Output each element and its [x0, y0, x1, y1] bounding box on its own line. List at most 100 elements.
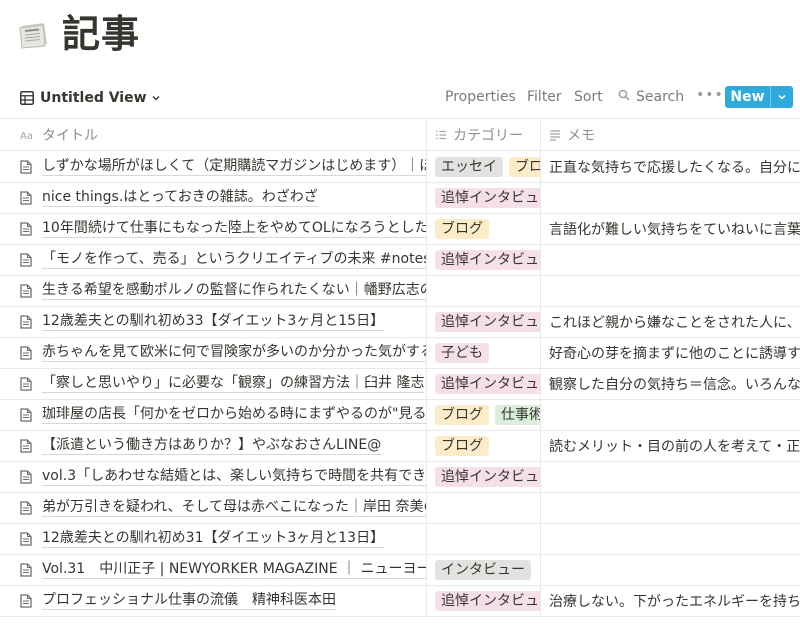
newspaper-icon[interactable] [18, 20, 50, 50]
title-cell[interactable]: 【派遣という働き方はありか？】やぶなおさんLINE@ [20, 430, 426, 461]
column-header-title[interactable]: Aa タイトル [20, 119, 425, 151]
table-row[interactable]: 珈琲屋の店長「何かをゼロから始める時にまずやるのが"見る ブログ 仕事術 [0, 399, 800, 431]
memo-cell[interactable] [540, 275, 800, 306]
row-title[interactable]: Vol.31 中川正子 | NEWYORKER MAGAZINE ｜ ニューヨー… [42, 560, 426, 579]
row-title[interactable]: 12歳差夫との馴れ初め33【ダイエット3ヶ月と15日】 [42, 312, 385, 331]
memo-cell[interactable]: 正直な気持ちで応援したくなる。自分に私 [540, 151, 800, 182]
title-cell[interactable]: vol.3「しあわせな結婚とは、楽しい気持ちで時間を共有でき [20, 461, 426, 492]
category-tag: 追悼インタビュー [435, 466, 540, 487]
search-button[interactable]: Search [618, 88, 684, 106]
category-cell[interactable]: 追悼インタビュー [426, 585, 540, 616]
row-title[interactable]: 10年間続けて仕事にもなった陸上をやめてOLになろうとした [42, 219, 426, 238]
page-title[interactable]: 記事 [62, 12, 140, 56]
row-title[interactable]: プロフェッショナル仕事の流儀 精神科医本田 [42, 591, 336, 610]
memo-cell[interactable] [540, 182, 800, 213]
title-cell[interactable]: 弟が万引きを疑われ、そして母は赤べこになった｜岸田 奈美の [20, 492, 426, 523]
category-cell[interactable]: ブログ [426, 430, 540, 461]
memo-cell[interactable] [540, 461, 800, 492]
table-row[interactable]: 赤ちゃんを見て欧米に何で冒険家が多いのか分かった気がする 子ども 好奇心の芽を摘まず… [0, 337, 800, 369]
row-title[interactable]: 「察しと思いやり」に必要な「観察」の練習方法｜臼井 隆志 [42, 374, 425, 393]
title-cell[interactable]: 生きる希望を感動ポルノの監督に作られたくない｜幡野広志の [20, 275, 426, 306]
title-cell[interactable]: プロフェッショナル仕事の流儀 精神科医本田 [20, 585, 426, 616]
category-cell[interactable]: インタビュー [426, 554, 540, 585]
category-tag: ブロ [509, 156, 540, 177]
memo-cell[interactable]: 好奇心の芽を摘まずに他のことに誘導す [540, 337, 800, 368]
memo-cell[interactable]: 読むメリット・目の前の人を考えて・正 [540, 430, 800, 461]
row-title[interactable]: 「モノを作って、売る」というクリエイティブの未来 #notes [42, 250, 426, 269]
title-cell[interactable]: 12歳差夫との馴れ初め33【ダイエット3ヶ月と15日】 [20, 306, 426, 337]
table-row[interactable]: 「モノを作って、売る」というクリエイティブの未来 #notes 追悼インタビュー [0, 244, 800, 276]
row-title[interactable]: 【派遣という働き方はありか？】やぶなおさんLINE@ [42, 436, 382, 455]
page-document-icon [20, 345, 32, 360]
column-header-memo[interactable]: メモ [540, 119, 800, 151]
row-title[interactable]: 珈琲屋の店長「何かをゼロから始める時にまずやるのが"見る [42, 405, 426, 424]
category-cell[interactable] [426, 523, 540, 554]
column-header-category[interactable]: カテゴリー [426, 119, 539, 151]
title-cell[interactable]: 12歳差夫との馴れ初め31【ダイエット3ヶ月と13日】 [20, 523, 426, 554]
category-cell[interactable]: ブログ [426, 213, 540, 244]
row-title[interactable]: 12歳差夫との馴れ初め31【ダイエット3ヶ月と13日】 [42, 529, 385, 548]
category-cell[interactable]: エッセイブロ [426, 151, 540, 182]
chevron-down-icon[interactable] [771, 86, 793, 108]
table-row[interactable]: 10年間続けて仕事にもなった陸上をやめてOLになろうとした ブログ 言語化が難しい気… [0, 213, 800, 245]
table-row[interactable]: プロフェッショナル仕事の流儀 精神科医本田 追悼インタビュー治療しない。下がったエ… [0, 585, 800, 617]
table-row[interactable]: 【派遣という働き方はありか？】やぶなおさんLINE@ ブログ 読むメリット・目の前の… [0, 430, 800, 462]
category-cell[interactable]: 追悼インタビュー [426, 368, 540, 399]
category-cell[interactable]: 追悼インタビュー [426, 182, 540, 213]
column-header-label: タイトル [42, 128, 98, 144]
filter-button[interactable]: Filter [527, 88, 562, 106]
properties-button[interactable]: Properties [445, 88, 516, 106]
table-row[interactable]: 弟が万引きを疑われ、そして母は赤べこになった｜岸田 奈美の [0, 492, 800, 524]
memo-cell[interactable]: 観察した自分の気持ち＝信念。いろんな [540, 368, 800, 399]
sort-button[interactable]: Sort [574, 88, 603, 106]
title-cell[interactable]: 珈琲屋の店長「何かをゼロから始める時にまずやるのが"見る [20, 399, 426, 430]
row-title[interactable]: 赤ちゃんを見て欧米に何で冒険家が多いのか分かった気がする [42, 343, 426, 362]
memo-cell[interactable] [540, 244, 800, 275]
title-cell[interactable]: Vol.31 中川正子 | NEWYORKER MAGAZINE ｜ ニューヨー… [20, 554, 426, 585]
table-row[interactable]: 12歳差夫との馴れ初め31【ダイエット3ヶ月と13日】 [0, 523, 800, 555]
title-cell[interactable]: 「察しと思いやり」に必要な「観察」の練習方法｜臼井 隆志 [20, 368, 426, 399]
table-row[interactable]: 生きる希望を感動ポルノの監督に作られたくない｜幡野広志の [0, 275, 800, 307]
page-document-icon [20, 500, 32, 515]
memo-cell[interactable]: 言語化が難しい気持ちをていねいに言葉 [540, 213, 800, 244]
table-row[interactable]: 12歳差夫との馴れ初め33【ダイエット3ヶ月と15日】 追悼インタビューこれほど親… [0, 306, 800, 338]
table-row[interactable]: しずかな場所がほしくて（定期購読マガジンはじめます）｜ほエッセイブロ正直な気持ち… [0, 151, 800, 183]
category-cell[interactable]: 追悼インタビュー [426, 306, 540, 337]
memo-cell[interactable] [540, 523, 800, 554]
table-row[interactable]: Vol.31 中川正子 | NEWYORKER MAGAZINE ｜ ニューヨー… [0, 554, 800, 586]
category-cell[interactable] [426, 275, 540, 306]
memo-cell[interactable] [540, 399, 800, 430]
page-document-icon [20, 407, 32, 422]
view-name: Untitled View [40, 90, 147, 106]
category-tag: インタビュー [435, 559, 531, 580]
table-row[interactable]: vol.3「しあわせな結婚とは、楽しい気持ちで時間を共有でき追悼インタビュー [0, 461, 800, 493]
more-options-button[interactable]: ••• [696, 87, 724, 103]
title-cell[interactable]: しずかな場所がほしくて（定期購読マガジンはじめます）｜ほ [20, 151, 426, 182]
row-title[interactable]: vol.3「しあわせな結婚とは、楽しい気持ちで時間を共有でき [42, 467, 426, 486]
memo-cell[interactable]: これほど親から嫌なことをされた人に、 [540, 306, 800, 337]
title-cell[interactable]: 10年間続けて仕事にもなった陸上をやめてOLになろうとした [20, 213, 426, 244]
table-row[interactable]: nice things.はとっておきの雑誌。わざわざ 追悼インタビュー [0, 182, 800, 214]
table-row[interactable]: 「察しと思いやり」に必要な「観察」の練習方法｜臼井 隆志追悼インタビュー観察した… [0, 368, 800, 400]
title-cell[interactable]: 赤ちゃんを見て欧米に何で冒険家が多いのか分かった気がする [20, 337, 426, 368]
view-switcher[interactable]: Untitled View [20, 88, 161, 108]
list-property-icon [435, 129, 447, 141]
row-title[interactable]: 弟が万引きを疑われ、そして母は赤べこになった｜岸田 奈美の [42, 498, 426, 517]
table-header: Aa タイトル カテゴリー メモ [0, 118, 800, 151]
category-cell[interactable]: 追悼インタビュー [426, 461, 540, 492]
category-cell[interactable]: 追悼インタビュー [426, 244, 540, 275]
category-cell[interactable]: 子ども [426, 337, 540, 368]
row-title[interactable]: しずかな場所がほしくて（定期購読マガジンはじめます）｜ほ [42, 157, 426, 176]
category-cell[interactable]: ブログ 仕事術 [426, 399, 540, 430]
new-button[interactable]: New [725, 86, 793, 108]
memo-cell[interactable] [540, 492, 800, 523]
title-cell[interactable]: 「モノを作って、売る」というクリエイティブの未来 #notes [20, 244, 426, 275]
row-title[interactable]: nice things.はとっておきの雑誌。わざわざ [42, 188, 318, 207]
memo-cell[interactable]: 治療しない。下がったエネルギーを持ち [540, 585, 800, 616]
category-cell[interactable] [426, 492, 540, 523]
memo-cell[interactable] [540, 554, 800, 585]
row-title[interactable]: 生きる希望を感動ポルノの監督に作られたくない｜幡野広志の [42, 281, 426, 300]
page-document-icon [20, 562, 32, 577]
category-tag: 追悼インタビュー [435, 249, 540, 270]
title-cell[interactable]: nice things.はとっておきの雑誌。わざわざ [20, 182, 426, 213]
